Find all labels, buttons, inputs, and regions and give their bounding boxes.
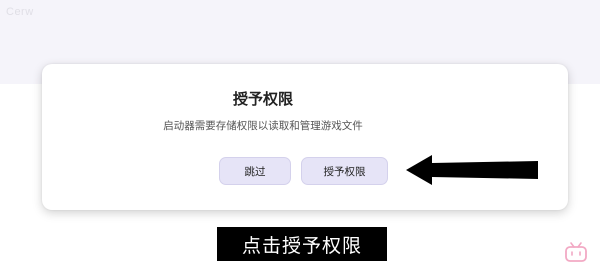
- tv-logo-icon: [565, 242, 587, 262]
- dialog-title: 授予权限: [232, 90, 293, 108]
- arrow-left-icon: [406, 155, 538, 185]
- skip-button[interactable]: 跳过: [219, 157, 291, 185]
- permission-dialog: [42, 64, 568, 210]
- grant-permission-button[interactable]: 授予权限: [301, 157, 388, 185]
- dialog-message: 启动器需要存储权限以读取和管理游戏文件: [163, 120, 363, 132]
- caption-text: 点击授予权限: [217, 227, 387, 261]
- watermark-text: Cerw: [6, 6, 34, 18]
